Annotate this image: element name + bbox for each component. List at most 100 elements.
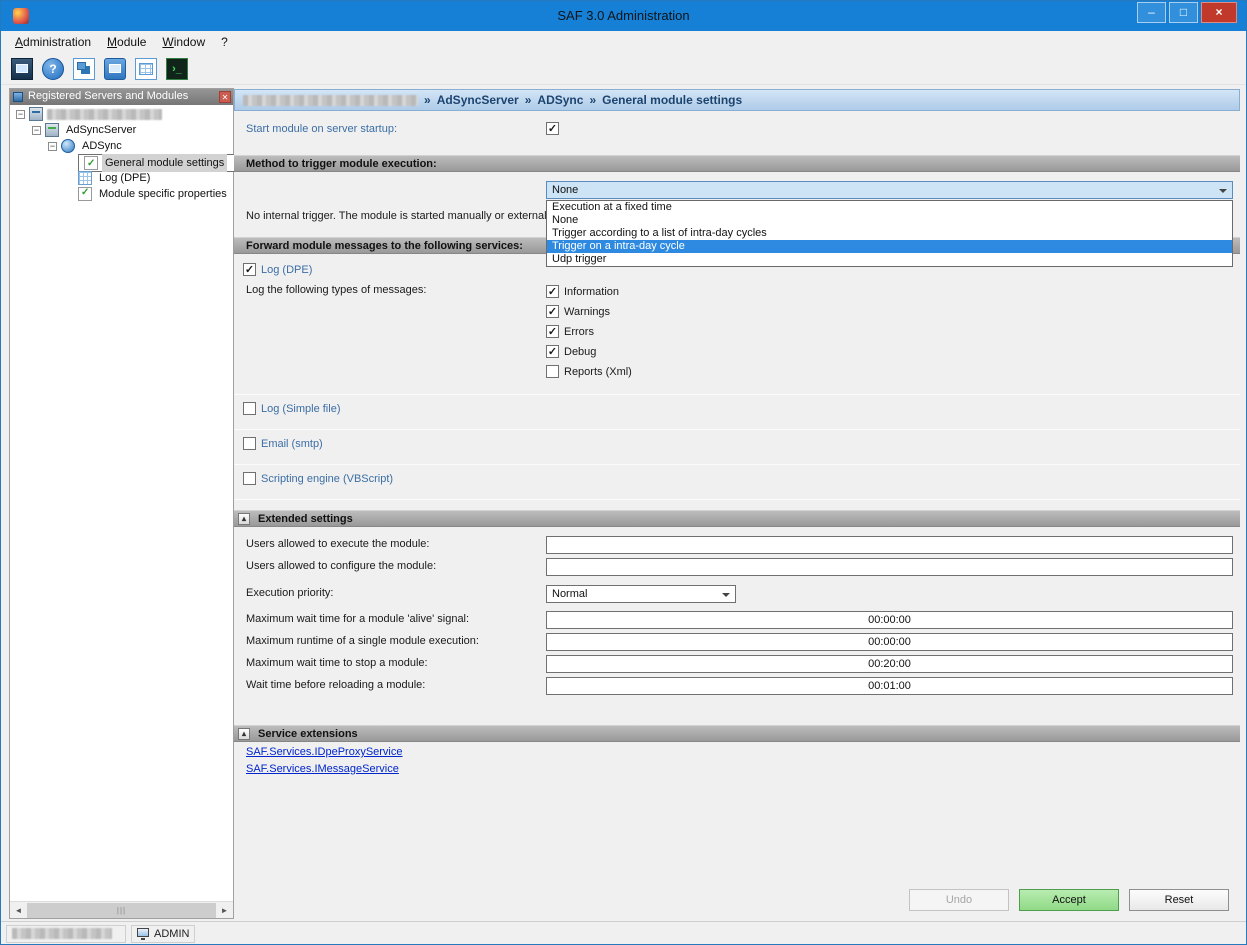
minimize-button[interactable]: – xyxy=(1137,2,1166,23)
modules-icon[interactable] xyxy=(71,56,97,82)
breadcrumb-adsyncserver[interactable]: AdSyncServer xyxy=(437,93,519,107)
scroll-right-icon[interactable] xyxy=(216,903,233,918)
tree-expander-icon[interactable] xyxy=(16,110,25,119)
toolbar: ? xyxy=(1,53,1246,85)
msg-errors-label: Errors xyxy=(564,326,594,338)
undo-button[interactable]: Undo xyxy=(909,889,1009,911)
execution-priority-select[interactable]: Normal xyxy=(546,585,736,603)
msg-warnings-checkbox[interactable] xyxy=(546,305,559,318)
titlebar: SAF 3.0 Administration – □ × xyxy=(1,1,1246,31)
wait-reload-label: Wait time before reloading a module: xyxy=(246,679,425,691)
users-configure-input[interactable] xyxy=(546,558,1233,576)
menu-help[interactable]: ? xyxy=(213,32,236,52)
scrollbar-thumb[interactable] xyxy=(27,903,216,918)
settings-page-icon xyxy=(84,156,98,170)
dpe-proxy-service-link[interactable]: SAF.Services.IDpeProxyService xyxy=(246,746,403,758)
msg-information-checkbox[interactable] xyxy=(546,285,559,298)
service-email-checkbox[interactable] xyxy=(243,437,256,450)
divider xyxy=(234,429,1240,430)
tree-item-module-specific-properties[interactable]: Module specific properties xyxy=(78,186,230,202)
menu-administration[interactable]: Administration xyxy=(7,32,99,52)
collapse-section-icon[interactable] xyxy=(238,728,250,740)
users-configure-label: Users allowed to configure the module: xyxy=(246,560,436,572)
statusbar-admin-label: ADMIN xyxy=(154,928,189,940)
max-wait-stop-input[interactable] xyxy=(546,655,1233,673)
start-module-checkbox[interactable] xyxy=(546,122,559,135)
panel-icon xyxy=(13,92,23,102)
msg-reports-label: Reports (Xml) xyxy=(564,366,632,378)
dropdown-option-udp[interactable]: Udp trigger xyxy=(547,253,1232,266)
dropdown-option-intraday[interactable]: Trigger on a intra-day cycle xyxy=(547,240,1232,253)
section-header-extended-label: Extended settings xyxy=(258,513,353,525)
tree-item-adsync[interactable]: ADSync xyxy=(48,138,125,154)
user-icon xyxy=(137,928,149,937)
users-execute-input[interactable] xyxy=(546,536,1233,554)
close-button[interactable]: × xyxy=(1201,2,1237,23)
msg-debug-checkbox[interactable] xyxy=(546,345,559,358)
tree-item-root[interactable] xyxy=(16,106,162,122)
service-log-simple-label[interactable]: Log (Simple file) xyxy=(261,403,340,415)
collapse-section-icon[interactable] xyxy=(238,513,250,525)
dropdown-option-list-intraday[interactable]: Trigger according to a list of intra-day… xyxy=(547,227,1232,240)
reset-button[interactable]: Reset xyxy=(1129,889,1229,911)
service-email-label[interactable]: Email (smtp) xyxy=(261,438,323,450)
statusbar-user-cell: ADMIN xyxy=(131,925,195,943)
execution-priority-label: Execution priority: xyxy=(246,587,333,599)
max-wait-alive-input[interactable] xyxy=(546,611,1233,629)
chevron-down-icon[interactable] xyxy=(722,593,730,601)
service-log-simple-checkbox[interactable] xyxy=(243,402,256,415)
tree-expander-icon[interactable] xyxy=(32,126,41,135)
statusbar-server-cell xyxy=(6,925,126,943)
section-header-trigger: Method to trigger module execution: xyxy=(234,155,1240,172)
menu-module[interactable]: Module xyxy=(99,32,154,52)
max-wait-stop-label: Maximum wait time to stop a module: xyxy=(246,657,428,669)
console-icon[interactable] xyxy=(164,56,190,82)
msg-reports-checkbox[interactable] xyxy=(546,365,559,378)
window-icon[interactable] xyxy=(102,56,128,82)
breadcrumb-separator: » xyxy=(424,93,431,107)
breadcrumb-current-page: General module settings xyxy=(602,93,742,107)
service-scripting-checkbox[interactable] xyxy=(243,472,256,485)
maximize-button[interactable]: □ xyxy=(1169,2,1198,23)
connect-server-icon[interactable] xyxy=(9,56,35,82)
section-header-extensions-label: Service extensions xyxy=(258,728,358,740)
statusbar: ADMIN xyxy=(1,921,1246,945)
trigger-combobox[interactable]: None xyxy=(546,181,1233,199)
users-execute-label: Users allowed to execute the module: xyxy=(246,538,429,550)
menubar: Administration Module Window ? xyxy=(1,31,1246,53)
service-scripting-label[interactable]: Scripting engine (VBScript) xyxy=(261,473,393,485)
wait-reload-input[interactable] xyxy=(546,677,1233,695)
help-icon[interactable]: ? xyxy=(40,56,66,82)
dropdown-option-none[interactable]: None xyxy=(547,214,1232,227)
service-log-dpe-checkbox[interactable] xyxy=(243,263,256,276)
redacted-status-text xyxy=(12,928,112,939)
grid-icon[interactable] xyxy=(133,56,159,82)
log-types-label: Log the following types of messages: xyxy=(246,284,426,296)
max-runtime-input[interactable] xyxy=(546,633,1233,651)
window-title: SAF 3.0 Administration xyxy=(1,8,1246,23)
scroll-left-icon[interactable] xyxy=(10,903,27,918)
breadcrumb-adsync[interactable]: ADSync xyxy=(537,93,583,107)
menu-window[interactable]: Window xyxy=(154,32,213,52)
redacted-breadcrumb-server xyxy=(243,95,418,106)
breadcrumb-separator: » xyxy=(589,93,596,107)
module-icon xyxy=(61,139,75,153)
service-log-dpe-label[interactable]: Log (DPE) xyxy=(261,264,312,276)
divider xyxy=(234,394,1240,395)
dropdown-option-fixed-time[interactable]: Execution at a fixed time xyxy=(547,201,1232,214)
accept-button[interactable]: Accept xyxy=(1019,889,1119,911)
tree-horizontal-scrollbar[interactable] xyxy=(10,901,233,918)
tree-item-adsyncserver[interactable]: AdSyncServer xyxy=(32,122,139,138)
server-icon xyxy=(29,107,43,121)
panel-close-icon[interactable] xyxy=(219,91,231,103)
msg-errors-checkbox[interactable] xyxy=(546,325,559,338)
main-content: » AdSyncServer » ADSync » General module… xyxy=(234,88,1240,919)
tree-expander-icon[interactable] xyxy=(48,142,57,151)
section-header-extensions: Service extensions xyxy=(234,725,1240,742)
redacted-server-name xyxy=(47,109,162,120)
tree-item-log-dpe[interactable]: Log (DPE) xyxy=(78,170,153,186)
message-service-link[interactable]: SAF.Services.IMessageService xyxy=(246,763,399,775)
start-module-label: Start module on server startup: xyxy=(246,123,397,135)
chevron-down-icon[interactable] xyxy=(1219,189,1227,197)
divider xyxy=(234,499,1240,500)
